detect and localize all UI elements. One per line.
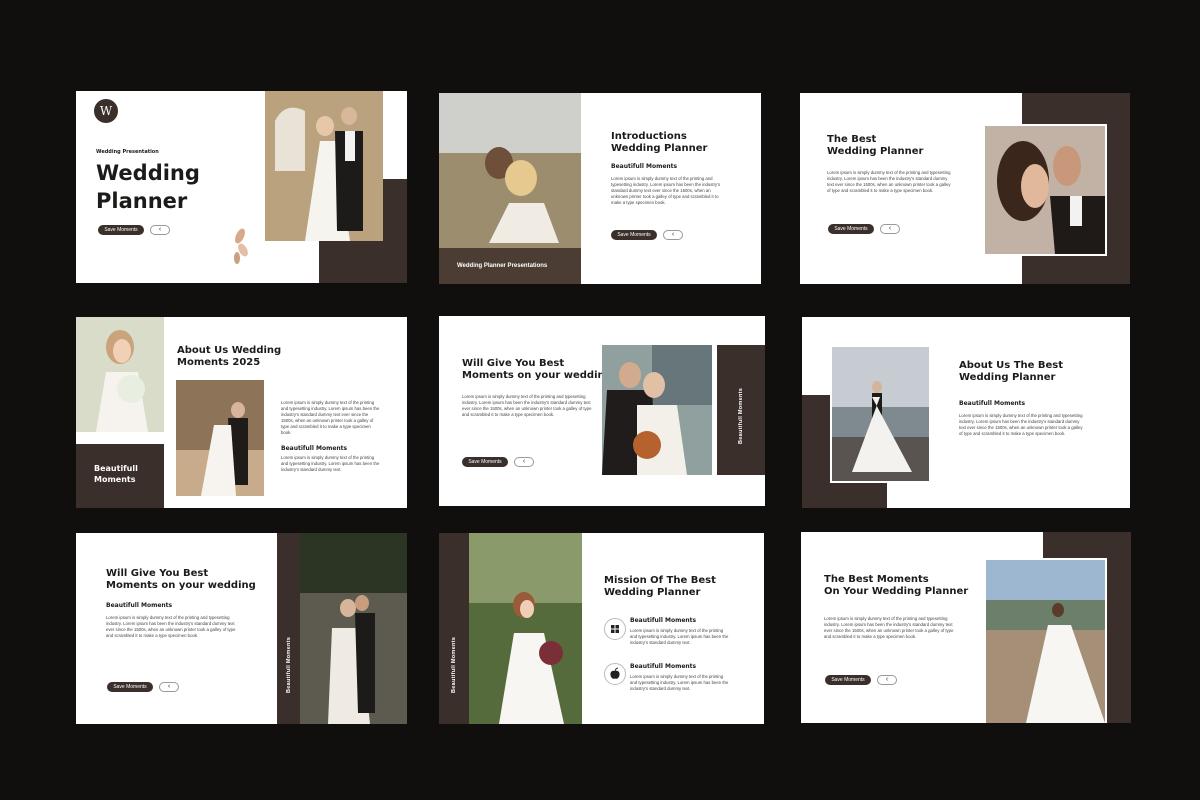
couple-car-photo	[602, 345, 712, 475]
bride-forest-photo	[469, 533, 582, 724]
kiss-photo	[983, 124, 1107, 256]
body-text: Lorem ipsum is simply dummy text of the …	[281, 400, 380, 435]
save-moments-button[interactable]: Save Moments	[98, 225, 144, 235]
petals-icon	[231, 226, 249, 266]
slide-3-best-planner[interactable]: The Best Wedding Planner Lorem ipsum is …	[800, 93, 1130, 284]
slide-title: Introductions Wedding Planner	[611, 131, 708, 154]
save-moments-button[interactable]: Save Moments	[825, 675, 871, 685]
logo-badge: W	[94, 99, 118, 123]
slide-1-cover[interactable]: W Wedding Presentation Wedding Planner S…	[76, 91, 407, 283]
feature-title-1: Beautifull Moments	[630, 617, 697, 624]
slide-title: The Best Moments On Your Wedding Planner	[824, 574, 969, 597]
slide-title: About Us Wedding Moments 2025	[177, 345, 282, 368]
prev-arrow-button[interactable]: ‹	[159, 682, 179, 692]
bride-stairs-photo	[984, 558, 1107, 723]
slide-2-introductions[interactable]: Wedding Planner Presentations Introducti…	[439, 93, 761, 284]
slide-title: The Best Wedding Planner	[827, 134, 924, 157]
vertical-label: Beautifull Moments	[451, 636, 457, 693]
prev-arrow-button[interactable]: ‹	[514, 457, 534, 467]
save-moments-button[interactable]: Save Moments	[828, 224, 874, 234]
vertical-label: Beautifull Moments	[286, 636, 292, 693]
slide-7-will-give[interactable]: Will Give You Best Moments on your weddi…	[76, 533, 407, 724]
body-text: Lorem ipsum is simply dummy text of the …	[462, 394, 592, 417]
cover-title: Wedding Planner	[96, 161, 200, 213]
couple-field-photo	[439, 93, 581, 284]
forest-couple-photo	[300, 533, 407, 724]
bride-bouquet-photo	[76, 317, 164, 432]
save-moments-button[interactable]: Save Moments	[611, 230, 657, 240]
body-text: Lorem ipsum is simply dummy text of the …	[824, 616, 954, 639]
beach-couple-photo	[830, 345, 931, 483]
prev-arrow-button[interactable]: ‹	[880, 224, 900, 234]
slide-subtitle: Beautifull Moments	[959, 400, 1026, 407]
slide-subtitle: Beautifull Moments	[611, 163, 678, 170]
vertical-label: Beautifull Moments	[738, 387, 744, 444]
prev-arrow-button[interactable]: ‹	[663, 230, 683, 240]
feature-body-1: Lorem ipsum is simply dummy text of the …	[630, 628, 729, 645]
couple-garden-photo	[176, 380, 264, 496]
slide-title: Will Give You Best Moments on your weddi…	[106, 568, 256, 591]
slide-title: About Us The Best Wedding Planner	[959, 360, 1064, 383]
prev-arrow-button[interactable]: ‹	[150, 225, 170, 235]
couple-photo	[265, 91, 383, 241]
slide-5-will-give[interactable]: Will Give You Best Moments on your weddi…	[439, 316, 765, 506]
presentation-label: Wedding Presentation	[96, 149, 159, 155]
body-text: Lorem ipsum is simply dummy text of the …	[827, 170, 951, 193]
prev-arrow-button[interactable]: ‹	[877, 675, 897, 685]
slide-subtitle: Beautifull Moments	[106, 602, 173, 609]
feature-body-2: Lorem ipsum is simply dummy text of the …	[630, 674, 729, 691]
feature-title-2: Beautifull Moments	[630, 663, 697, 670]
box-label: Beautifull Moments	[94, 464, 138, 484]
slide-4-about-us[interactable]: Beautifull Moments About Us Wedding Mome…	[76, 317, 407, 508]
save-moments-button[interactable]: Save Moments	[107, 682, 153, 692]
body-text: Lorem ipsum is simply dummy text of the …	[959, 413, 1083, 436]
body-text: Lorem ipsum is simply dummy text of the …	[106, 615, 236, 638]
save-moments-button[interactable]: Save Moments	[462, 457, 508, 467]
slide-9-best-moments[interactable]: The Best Moments On Your Wedding Planner…	[801, 532, 1131, 723]
slide-title: Will Give You Best Moments on your weddi…	[462, 358, 612, 381]
body-text-2: Lorem ipsum is simply dummy text of the …	[281, 455, 380, 472]
slide-6-about-best[interactable]: About Us The Best Wedding Planner Beauti…	[802, 317, 1130, 508]
side-band	[439, 533, 471, 724]
apple-icon	[604, 663, 626, 685]
body-text: Lorem ipsum is simply dummy text of the …	[611, 176, 721, 205]
windows-icon	[604, 618, 626, 640]
photo-caption: Wedding Planner Presentations	[457, 263, 548, 269]
slide-8-mission[interactable]: Beautifull Moments Mission Of The Best W…	[439, 533, 764, 724]
slide-title: Mission Of The Best Wedding Planner	[604, 575, 716, 598]
slide-subtitle: Beautifull Moments	[281, 445, 348, 452]
